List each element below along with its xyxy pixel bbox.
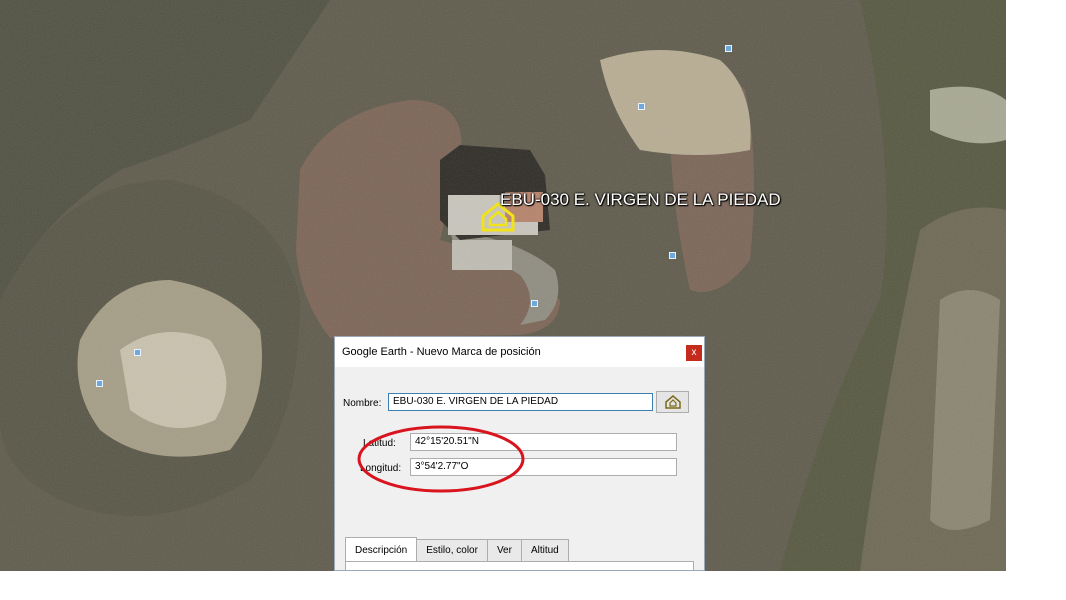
placemark-label[interactable]: EBU-030 E. VIRGEN DE LA PIEDAD: [500, 190, 781, 210]
new-placemark-dialog: Google Earth - Nuevo Marca de posición x…: [334, 336, 705, 571]
map-point-marker[interactable]: [725, 45, 732, 52]
name-label: Nombre:: [343, 398, 382, 409]
close-button[interactable]: x: [686, 345, 702, 361]
longitude-field[interactable]: 3°54'2.77"O: [410, 458, 677, 476]
latitude-label: Latitud:: [363, 438, 396, 449]
map-point-marker[interactable]: [96, 380, 103, 387]
tab-altitud[interactable]: Altitud: [520, 539, 569, 562]
latitude-field[interactable]: 42°15'20.51"N: [410, 433, 677, 451]
tab-estilo-color[interactable]: Estilo, color: [416, 539, 488, 562]
map-point-marker[interactable]: [669, 252, 676, 259]
map-point-marker[interactable]: [638, 103, 645, 110]
tab-ver[interactable]: Ver: [486, 539, 522, 562]
home-icon: [664, 395, 681, 409]
name-field[interactable]: EBU-030 E. VIRGEN DE LA PIEDAD: [388, 393, 653, 411]
dialog-title: Google Earth - Nuevo Marca de posición: [342, 346, 541, 358]
description-panel[interactable]: [345, 561, 694, 570]
placemark-icon-button[interactable]: [656, 391, 689, 413]
tab-descripcion[interactable]: Descripción: [345, 537, 418, 562]
map-point-marker[interactable]: [531, 300, 538, 307]
map-point-marker[interactable]: [134, 349, 141, 356]
placemark-tabs: Descripción Estilo, color Ver Altitud: [345, 537, 569, 562]
dialog-titlebar[interactable]: Google Earth - Nuevo Marca de posición x: [335, 337, 704, 367]
longitude-label: Longitud:: [360, 463, 402, 474]
